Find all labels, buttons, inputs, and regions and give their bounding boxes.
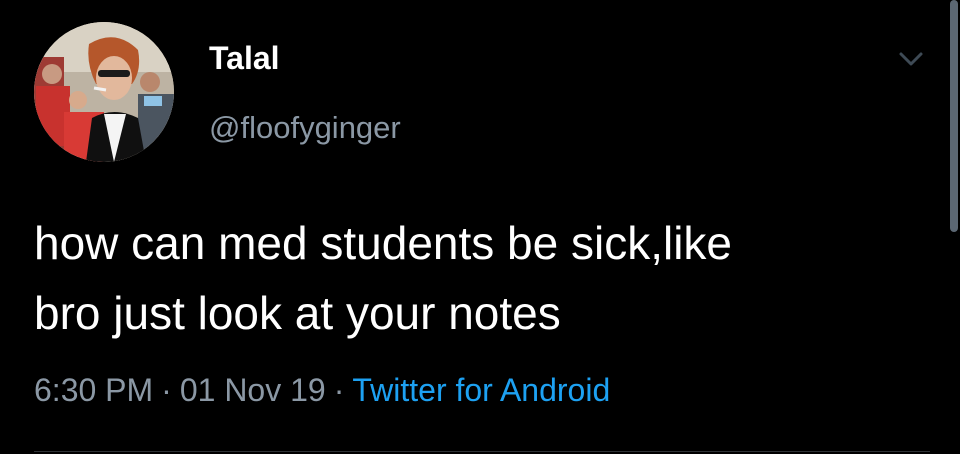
avatar[interactable] bbox=[34, 22, 174, 162]
meta-separator: · bbox=[161, 372, 172, 408]
tweet-source-link[interactable]: Twitter for Android bbox=[352, 372, 610, 408]
tweet-text: how can med students be sick,like bro ju… bbox=[34, 208, 934, 348]
tweet-date[interactable]: 01 Nov 19 bbox=[180, 372, 326, 408]
display-name[interactable]: Talal bbox=[209, 38, 280, 78]
tweet-text-line: bro just look at your notes bbox=[34, 287, 561, 339]
tweet-metadata: 6:30 PM · 01 Nov 19 · Twitter for Android bbox=[34, 370, 610, 410]
tweet-time[interactable]: 6:30 PM bbox=[34, 372, 153, 408]
chevron-down-icon[interactable] bbox=[896, 46, 926, 72]
scrollbar[interactable] bbox=[950, 0, 958, 232]
meta-separator: · bbox=[333, 372, 345, 408]
tweet-text-line: how can med students be sick,like bbox=[34, 217, 733, 269]
username-handle[interactable]: @floofyginger bbox=[209, 108, 401, 148]
divider bbox=[34, 451, 930, 452]
avatar-image bbox=[34, 22, 174, 162]
tweet: Talal @floofyginger how can med students… bbox=[0, 0, 960, 454]
